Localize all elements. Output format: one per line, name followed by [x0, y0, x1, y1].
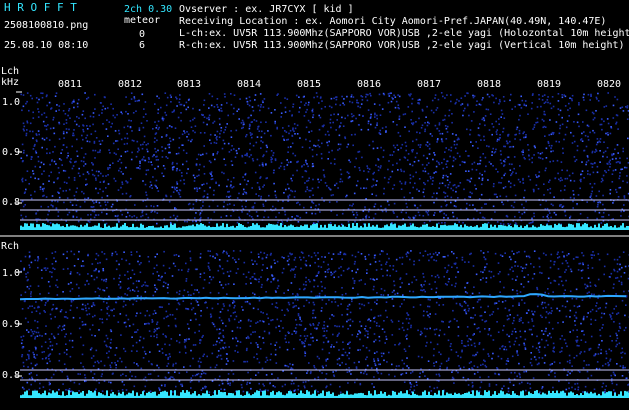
lch-ytick-2: 0.9 [2, 147, 21, 158]
time-tick: 0820 [597, 79, 622, 90]
rch-ytick-1: 1.0 [2, 268, 21, 279]
time-tick: 0817 [417, 79, 442, 90]
lch-panel [20, 77, 629, 230]
lch-unit-label: kHz [1, 77, 20, 88]
spectrogram-canvas [0, 77, 629, 398]
rch-ytick-2: 0.9 [2, 319, 21, 330]
time-tick: 0815 [297, 79, 322, 90]
rch-label: Rch [1, 241, 20, 252]
time-tick: 0818 [477, 79, 502, 90]
rch-panel [19, 248, 629, 398]
time-tick: 0811 [58, 79, 83, 90]
lch-ytick-1: 1.0 [2, 97, 21, 108]
time-tick: 0819 [537, 79, 562, 90]
time-tick: 0812 [118, 79, 143, 90]
time-tick: 0816 [357, 79, 382, 90]
rch-ytick-3: 0.8 [2, 370, 21, 381]
lch-ytick-3: 0.8 [2, 197, 21, 208]
time-tick: 0814 [237, 79, 262, 90]
time-tick: 0813 [177, 79, 202, 90]
